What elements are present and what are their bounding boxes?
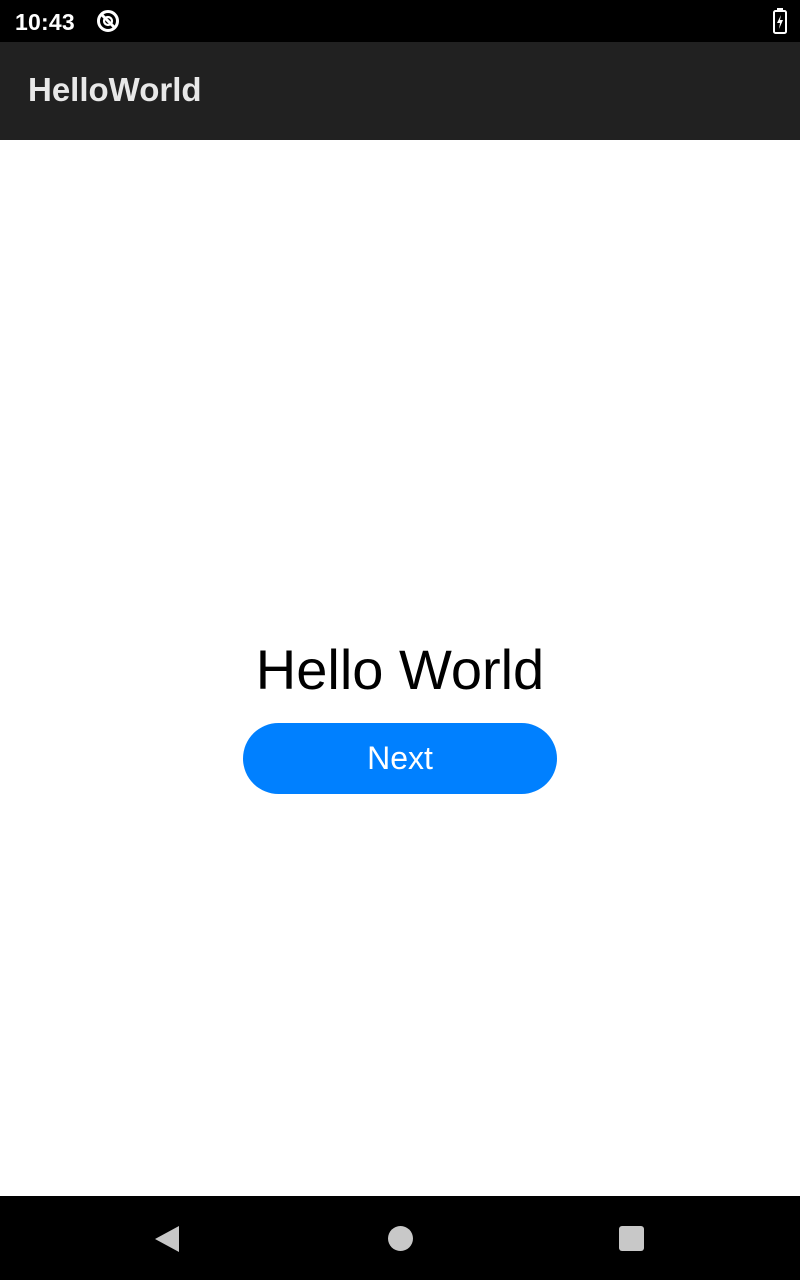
screen: 10:43 HelloWorld Hello World Next [0,0,800,1280]
app-bar: HelloWorld [0,42,800,140]
navigation-bar [0,1196,800,1280]
next-button[interactable]: Next [243,723,557,794]
main-content: Hello World Next [0,140,800,1196]
recents-icon[interactable] [619,1226,644,1251]
status-bar: 10:43 [0,0,800,42]
back-icon[interactable] [153,1224,181,1254]
status-time: 10:43 [15,9,75,35]
home-icon[interactable] [388,1226,413,1251]
battery-charging-icon [773,8,787,34]
greeting-text: Hello World [255,638,545,701]
sync-icon [97,10,119,32]
app-title: HelloWorld [28,71,202,108]
